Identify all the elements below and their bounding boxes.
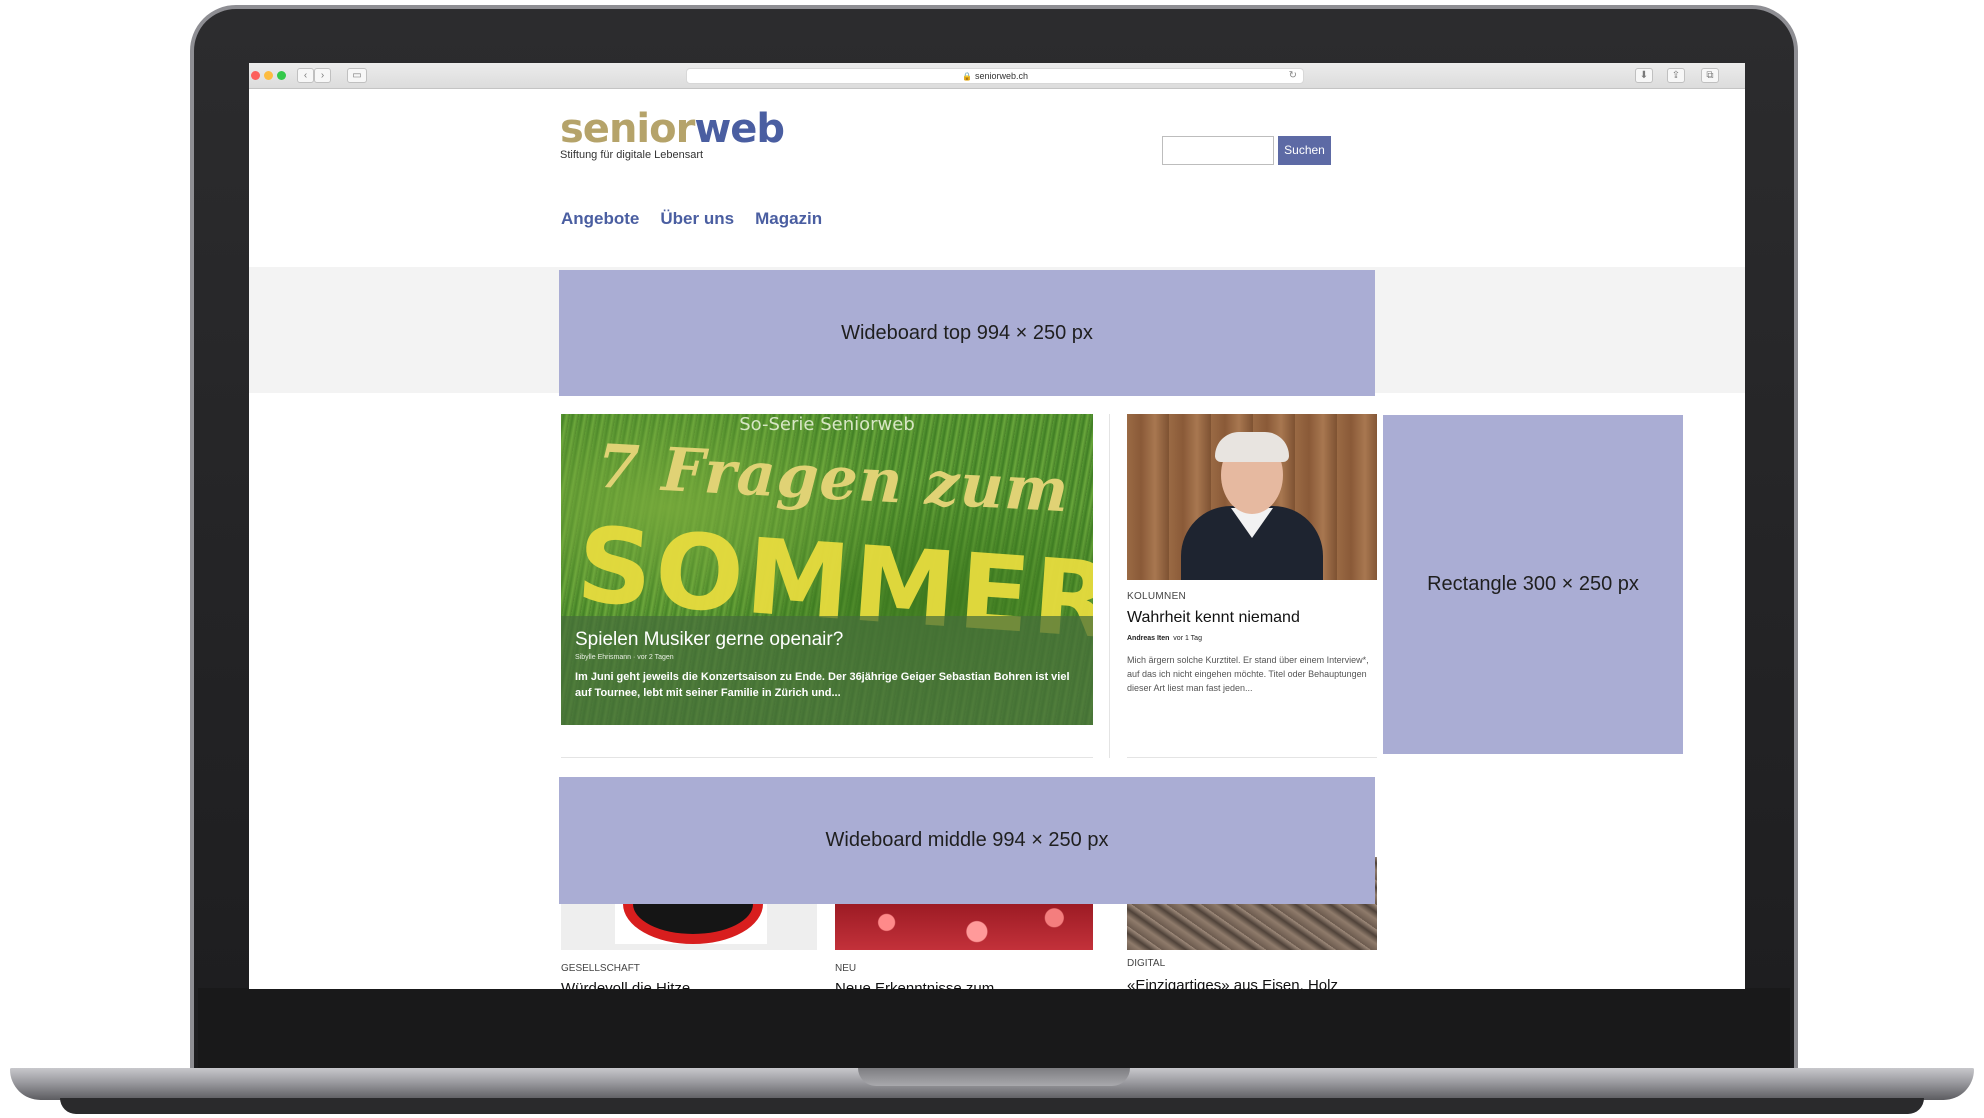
column-card-author: Andreas Iten (1127, 635, 1170, 642)
featured-excerpt: Im Juni geht jeweils die Konzertsaison z… (575, 671, 1070, 699)
row-divider (561, 757, 1093, 758)
featured-article[interactable]: So-Serie Seniorweb 7 Fragen zum SOMMER S… (561, 414, 1093, 725)
column-card-category[interactable]: KOLUMNEN (1127, 591, 1186, 602)
column-card-photo[interactable] (1127, 414, 1377, 580)
nav-angebote[interactable]: Angebote (561, 209, 639, 229)
logo-senior-text: senior (560, 106, 695, 152)
ad-wideboard-top-label: Wideboard top 994 × 250 px (841, 321, 1093, 344)
featured-caption: Spielen Musiker gerne openair? Sibylle E… (561, 616, 1093, 725)
row-divider (1127, 757, 1377, 758)
maximize-window-icon[interactable] (277, 71, 286, 80)
forward-button[interactable]: › (314, 68, 331, 83)
logo-web-text: web (694, 106, 785, 152)
lock-icon: 🔒 (962, 72, 972, 81)
teaser-category[interactable]: DIGITAL (1127, 958, 1165, 969)
search-button[interactable]: Suchen (1278, 136, 1331, 165)
search-input[interactable] (1162, 136, 1274, 165)
main-navigation: Angebote Über uns Magazin (561, 209, 822, 229)
minimize-window-icon[interactable] (264, 71, 273, 80)
column-card-excerpt: Mich ärgern solche Kurztitel. Er stand ü… (1127, 655, 1369, 693)
ad-rectangle[interactable]: Rectangle 300 × 250 px (1383, 415, 1683, 754)
teaser-category[interactable]: GESELLSCHAFT (561, 963, 640, 974)
column-card-time: vor 1 Tag (1173, 635, 1202, 642)
close-window-icon[interactable] (251, 71, 260, 80)
featured-title[interactable]: Spielen Musiker gerne openair? (575, 628, 1079, 652)
nav-magazin[interactable]: Magazin (755, 209, 822, 229)
teaser-category[interactable]: NEU (835, 963, 856, 974)
column-card-byline: Andreas Iten vor 1 Tag (1127, 635, 1202, 642)
column-divider (1109, 414, 1110, 758)
sidebar-toggle-icon[interactable]: ▭ (347, 68, 367, 83)
featured-image-series-label: So-Serie Seniorweb (739, 414, 915, 435)
laptop-screen: ‹ › ▭ 🔒 seniorweb.ch ↻ ⬇ ⇪ ⧉ seniorweb St… (249, 63, 1745, 989)
ad-wideboard-middle-label: Wideboard middle 994 × 250 px (825, 829, 1109, 851)
browser-toolbar: ‹ › ▭ 🔒 seniorweb.ch ↻ ⬇ ⇪ ⧉ (249, 63, 1745, 89)
tabs-overview-icon[interactable]: ⧉ (1701, 68, 1719, 83)
teaser-title[interactable]: Würdevoll die Hitze (561, 980, 690, 989)
teaser-title[interactable]: «Einzigartiges» aus Eisen, Holz (1127, 977, 1338, 989)
ad-wideboard-top[interactable]: Wideboard top 994 × 250 px (559, 270, 1375, 396)
address-bar-url: seniorweb.ch (974, 71, 1028, 81)
site-logo[interactable]: seniorweb Stiftung für digitale Lebensar… (560, 106, 785, 161)
column-card-title[interactable]: Wahrheit kennt niemand (1127, 609, 1300, 627)
address-bar[interactable]: 🔒 seniorweb.ch ↻ (686, 68, 1304, 84)
teaser-image[interactable] (561, 904, 817, 950)
teaser-title[interactable]: Neue Erkenntnisse zum (835, 980, 994, 989)
ad-wideboard-middle[interactable]: Wideboard middle 994 × 250 px (559, 777, 1375, 904)
downloads-icon[interactable]: ⬇ (1635, 68, 1653, 83)
ad-rectangle-label: Rectangle 300 × 250 px (1427, 573, 1639, 595)
laptop-opening-notch (858, 1068, 1130, 1086)
reload-icon[interactable]: ↻ (1289, 69, 1297, 83)
featured-meta: Sibylle Ehrismann · vor 2 Tagen (575, 654, 674, 661)
share-icon[interactable]: ⇪ (1667, 68, 1685, 83)
teaser-image[interactable] (835, 904, 1093, 950)
laptop-base-shadow (60, 1098, 1924, 1114)
back-button[interactable]: ‹ (297, 68, 314, 83)
nav-ueber-uns[interactable]: Über uns (660, 209, 734, 229)
laptop-bezel (198, 988, 1790, 1072)
